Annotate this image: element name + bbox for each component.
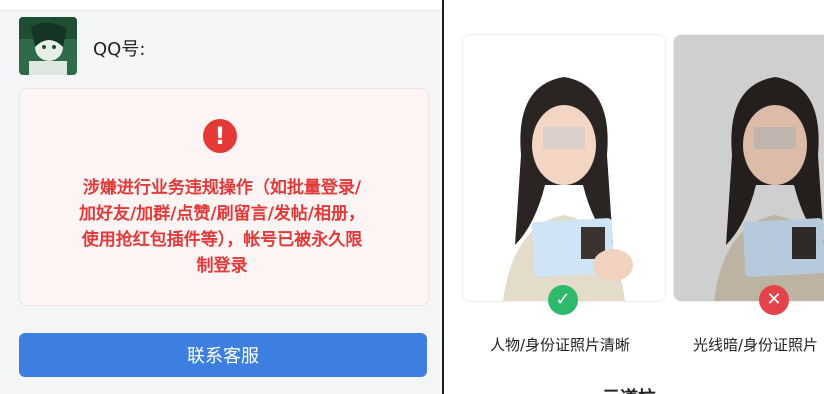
warning-message: 涉嫌进行业务违规操作（如批量登录/ 加好友/加群/点赞/刷留言/发帖/相册， 使… <box>78 178 366 276</box>
account-ban-panel: QQ号: ! 涉嫌进行业务违规操作（如批量登录/ 加好友/加群/点赞/刷留言/发… <box>0 0 442 394</box>
good-example-caption: 人物/身份证照片清晰 <box>490 336 631 354</box>
close-icon: ✕ <box>759 285 789 315</box>
contact-support-button[interactable]: 联系客服 <box>19 333 427 377</box>
bad-example-photo <box>673 34 824 302</box>
bad-example-caption: 光线暗/身份证照片 <box>693 336 819 354</box>
avatar <box>19 17 77 75</box>
account-label: QQ号: <box>93 39 146 60</box>
exclamation-icon: ! <box>203 119 237 153</box>
id-photo-examples: ✓ ✕ 人物/身份证照片清晰 光线暗/身份证照片 示道拉 <box>444 0 824 394</box>
partial-heading: 示道拉 <box>602 384 656 394</box>
top-divider <box>0 0 442 11</box>
good-example-photo <box>462 34 666 302</box>
check-icon: ✓ <box>548 285 578 315</box>
